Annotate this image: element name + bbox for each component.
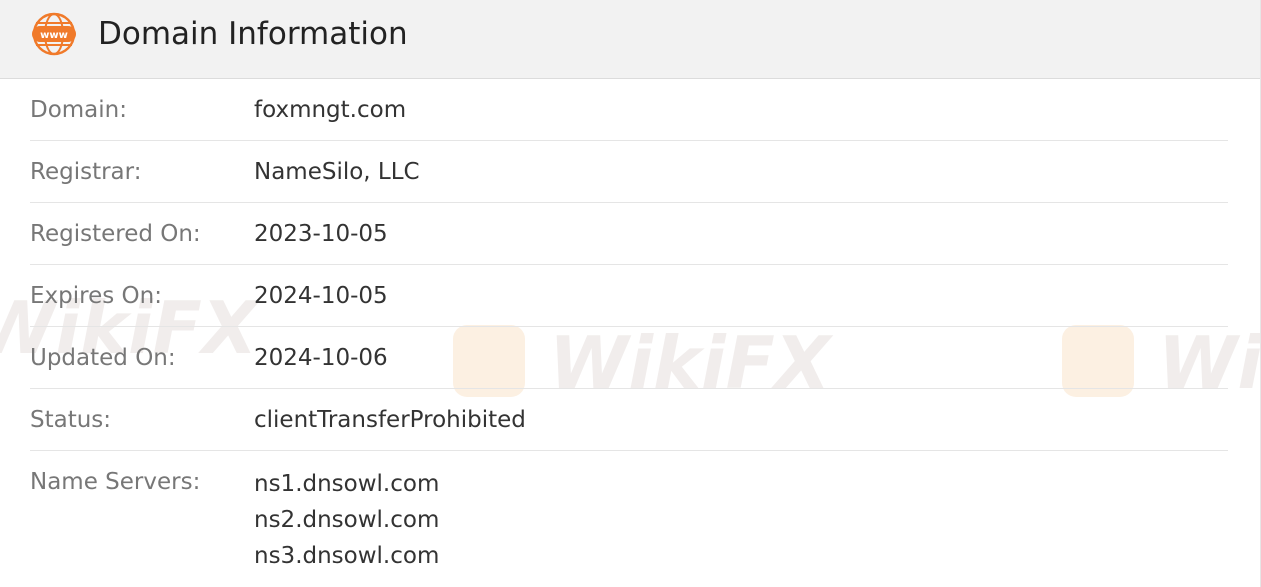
row-label: Registrar: [30, 159, 142, 185]
name-server-list: ns1.dnsowl.com ns2.dnsowl.com ns3.dnsowl… [254, 466, 439, 574]
info-row-registered-on: Registered On: 2023-10-05 [30, 203, 1228, 265]
section-title: Domain Information [98, 16, 408, 52]
info-row-name-servers: Name Servers: ns1.dnsowl.com ns2.dnsowl.… [30, 451, 1228, 581]
row-value: foxmngt.com [254, 97, 407, 123]
info-row-status: Status: clientTransferProhibited [30, 389, 1228, 451]
row-value: clientTransferProhibited [254, 407, 526, 433]
name-server-item: ns2.dnsowl.com [254, 507, 440, 533]
name-server-item: ns1.dnsowl.com [254, 471, 440, 497]
row-value: NameSilo, LLC [254, 159, 420, 185]
domain-info-table: Domain: foxmngt.com Registrar: NameSilo,… [30, 79, 1228, 581]
row-label: Updated On: [30, 345, 176, 371]
row-value: 2023-10-05 [254, 221, 388, 247]
domain-information-panel: WikiFX WikiFX WikiFX WikiFX WikiFX www D… [0, 0, 1261, 587]
row-label: Name Servers: [30, 469, 201, 495]
row-value: 2024-10-05 [254, 283, 388, 309]
row-label: Registered On: [30, 221, 201, 247]
row-value: 2024-10-06 [254, 345, 388, 371]
section-header: www Domain Information [0, 0, 1260, 79]
row-label: Expires On: [30, 283, 162, 309]
info-row-registrar: Registrar: NameSilo, LLC [30, 141, 1228, 203]
info-row-domain: Domain: foxmngt.com [30, 79, 1228, 141]
svg-text:www: www [40, 30, 68, 41]
www-globe-icon: www [29, 12, 79, 56]
name-server-item: ns3.dnsowl.com [254, 543, 440, 569]
info-row-updated-on: Updated On: 2024-10-06 [30, 327, 1228, 389]
info-row-expires-on: Expires On: 2024-10-05 [30, 265, 1228, 327]
row-label: Status: [30, 407, 112, 433]
row-label: Domain: [30, 97, 127, 123]
